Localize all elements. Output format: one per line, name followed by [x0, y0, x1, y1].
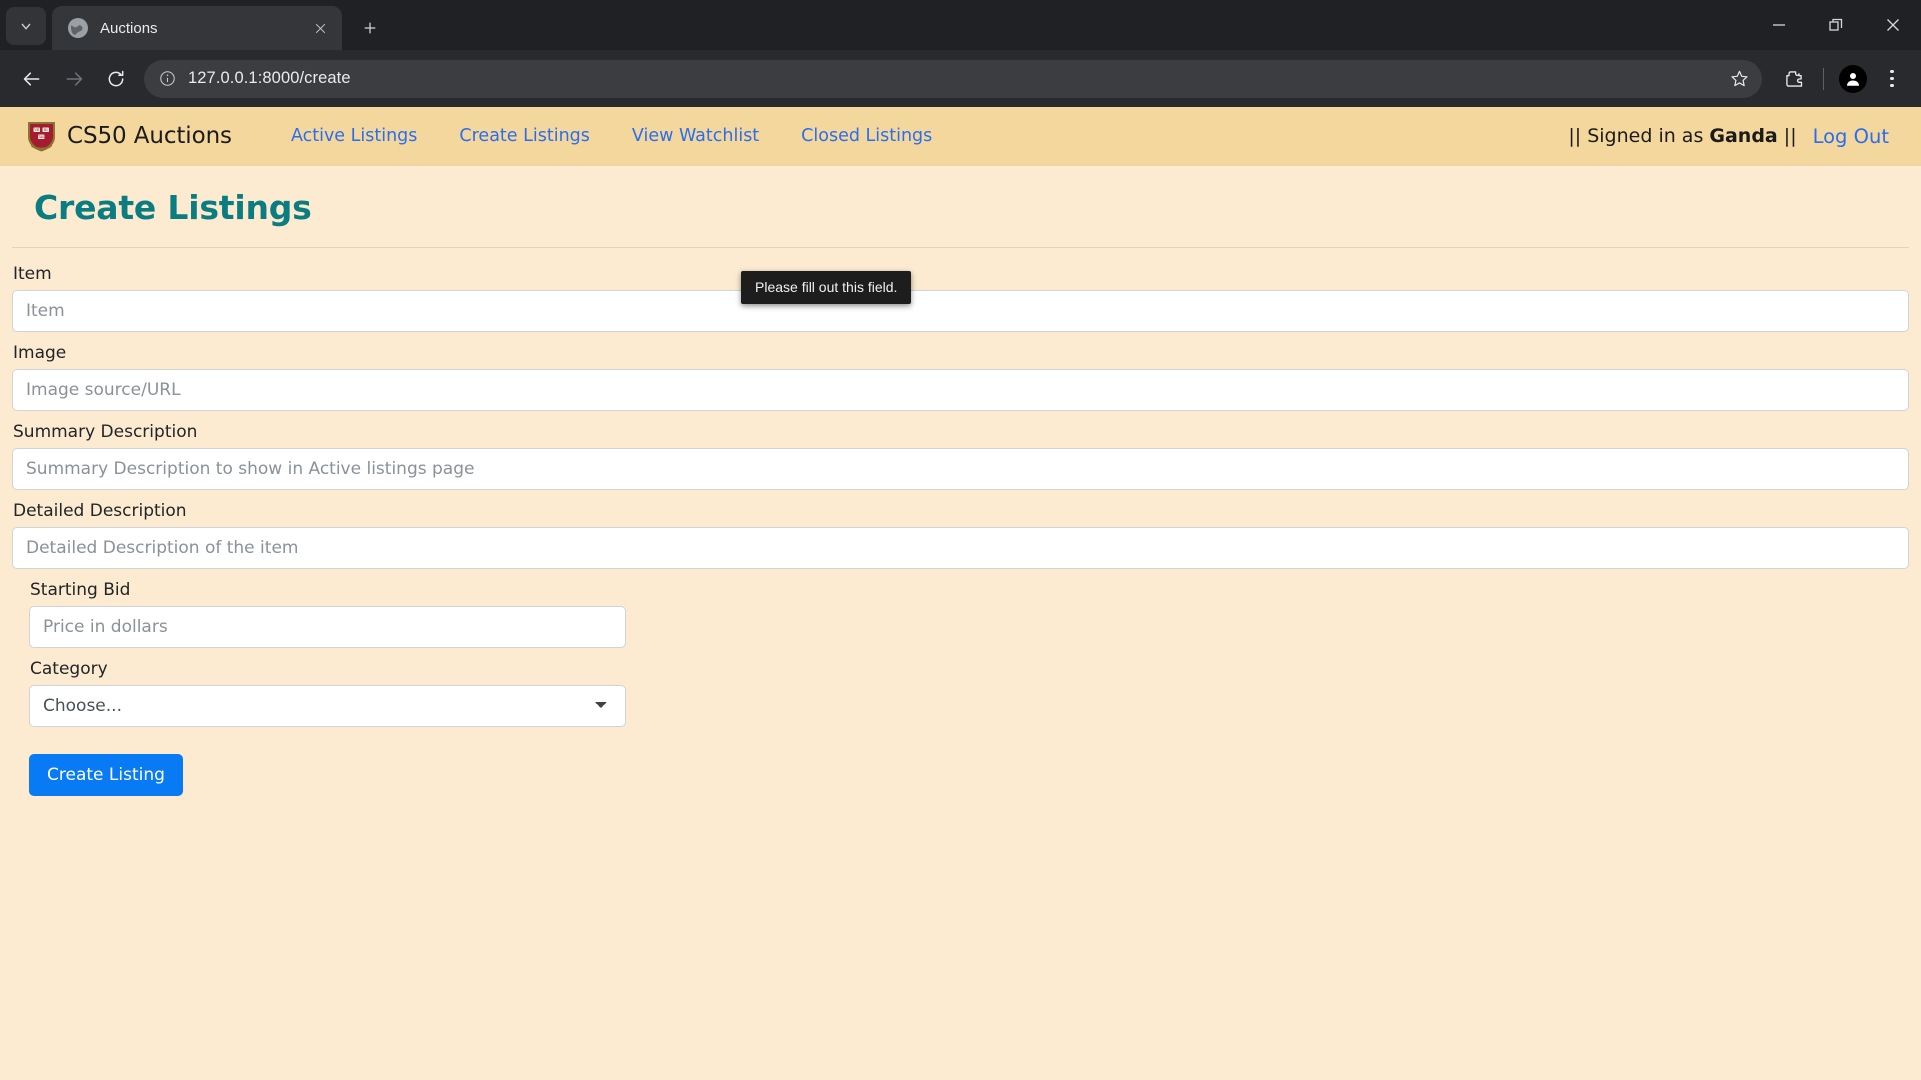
toolbar-right-actions: [1774, 59, 1909, 99]
signed-in-prefix: || Signed in as: [1568, 125, 1710, 147]
field-group-detailed-description: Detailed Description: [12, 501, 1909, 569]
logout-link[interactable]: Log Out: [1813, 125, 1889, 148]
label-item: Item: [13, 264, 52, 284]
page-title: Create Listings: [34, 188, 312, 227]
field-group-starting-bid: Starting Bid: [12, 580, 1909, 648]
navbar-auth-area: || Signed in as Ganda || Log Out: [1568, 125, 1895, 148]
page-viewport: VE RI TAS CS50 Auctions Active Listings …: [0, 107, 1921, 1080]
brand-title: CS50 Auctions: [67, 123, 232, 149]
window-controls: [1750, 0, 1921, 50]
create-listing-form: Please fill out this field. Item Image S…: [12, 248, 1909, 796]
item-input[interactable]: [12, 290, 1909, 332]
tab-close-icon[interactable]: [308, 16, 332, 40]
globe-icon: [68, 18, 88, 38]
reload-icon[interactable]: [96, 59, 136, 99]
page-body: Create Listings Please fill out this fie…: [0, 166, 1921, 796]
create-listing-button[interactable]: Create Listing: [29, 754, 183, 796]
new-tab-plus-icon[interactable]: [352, 10, 388, 46]
nav-link-closed-listings[interactable]: Closed Listings: [780, 120, 953, 152]
field-group-summary-description: Summary Description: [12, 422, 1909, 490]
site-navbar: VE RI TAS CS50 Auctions Active Listings …: [0, 107, 1921, 165]
browser-toolbar: 127.0.0.1:8000/create: [0, 50, 1921, 107]
category-select[interactable]: Choose...: [29, 685, 626, 727]
restore-icon[interactable]: [1807, 0, 1864, 50]
browser-tab[interactable]: Auctions: [52, 6, 342, 50]
label-summary-description: Summary Description: [13, 422, 198, 442]
field-group-item: Item: [12, 264, 1909, 332]
url-text: 127.0.0.1:8000/create: [188, 69, 351, 87]
forward-arrow-icon[interactable]: [54, 59, 94, 99]
label-category: Category: [30, 659, 108, 679]
harvard-crest-icon: VE RI TAS: [26, 120, 57, 153]
svg-text:VE: VE: [33, 128, 39, 132]
tab-strip: Auctions: [0, 0, 1921, 50]
svg-text:TAS: TAS: [38, 135, 45, 139]
detailed-description-input[interactable]: [12, 527, 1909, 569]
profile-avatar-icon[interactable]: [1839, 64, 1867, 93]
signed-in-status: || Signed in as Ganda ||: [1568, 125, 1796, 147]
navbar-links: Active Listings Create Listings View Wat…: [270, 120, 953, 152]
signed-in-username: Ganda: [1709, 125, 1778, 147]
site-brand[interactable]: VE RI TAS CS50 Auctions: [26, 120, 232, 153]
browser-window: Auctions 127.0.0.1:8000/create VE RI TAS…: [0, 0, 1921, 1080]
summary-description-input[interactable]: [12, 448, 1909, 490]
label-starting-bid: Starting Bid: [30, 580, 131, 600]
nav-link-active-listings[interactable]: Active Listings: [270, 120, 438, 152]
starting-bid-input[interactable]: [29, 606, 626, 648]
field-group-image: Image: [12, 343, 1909, 411]
address-bar[interactable]: 127.0.0.1:8000/create: [144, 59, 1762, 98]
minimize-icon[interactable]: [1750, 0, 1807, 50]
nav-link-create-listings[interactable]: Create Listings: [438, 120, 610, 152]
extensions-puzzle-icon[interactable]: [1774, 59, 1814, 99]
tab-search-chevron-icon[interactable]: [6, 7, 46, 45]
three-dot-menu-icon[interactable]: [1875, 59, 1909, 99]
validation-tooltip: Please fill out this field.: [741, 271, 912, 304]
back-arrow-icon[interactable]: [12, 59, 52, 99]
site-info-icon[interactable]: [156, 68, 178, 90]
signed-in-suffix: ||: [1777, 125, 1797, 147]
close-icon[interactable]: [1864, 0, 1921, 50]
bookmark-star-icon[interactable]: [1724, 64, 1754, 94]
field-group-category: Category Choose...: [12, 659, 1909, 727]
toolbar-separator: [1823, 67, 1824, 90]
nav-link-view-watchlist[interactable]: View Watchlist: [611, 120, 780, 152]
tab-title: Auctions: [100, 19, 158, 37]
label-image: Image: [13, 343, 67, 363]
image-input[interactable]: [12, 369, 1909, 411]
label-detailed-description: Detailed Description: [13, 501, 187, 521]
